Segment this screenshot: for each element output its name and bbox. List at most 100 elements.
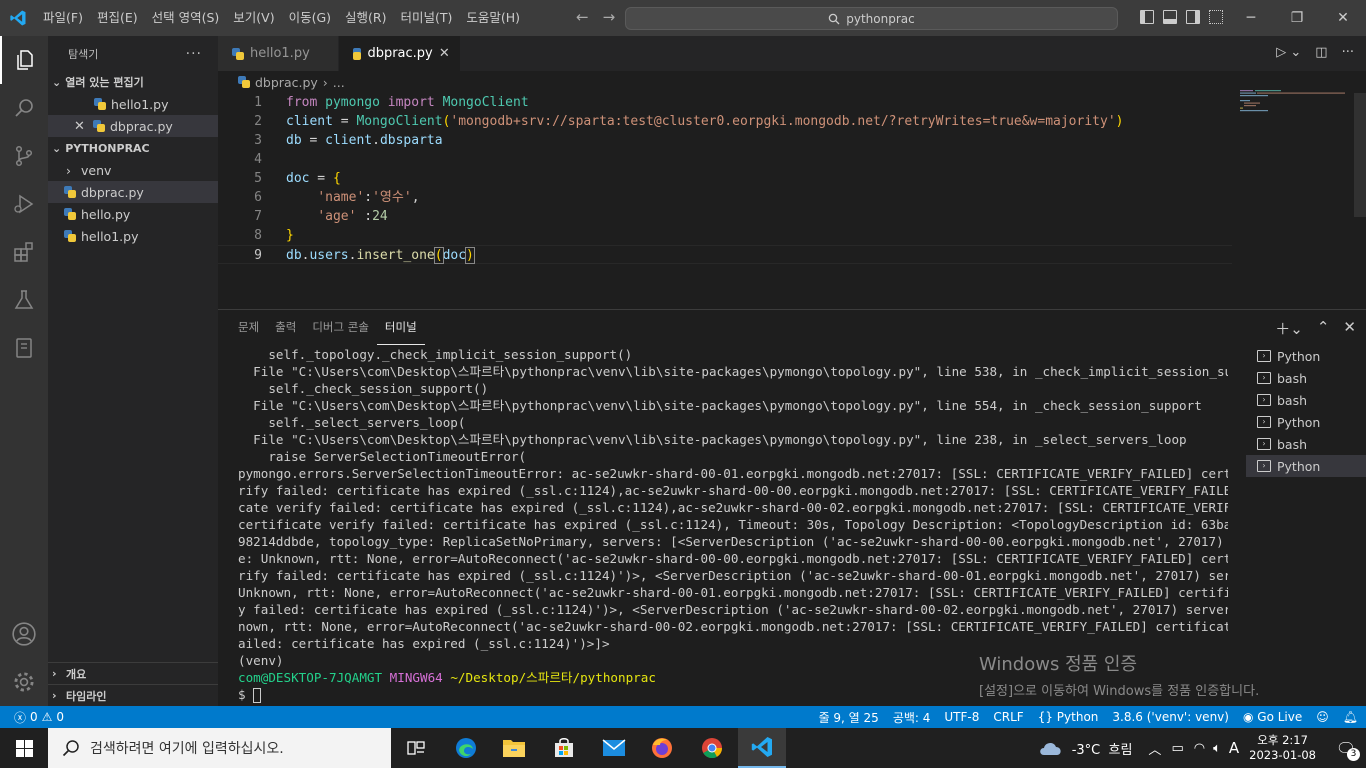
firefox-icon[interactable] bbox=[638, 728, 686, 768]
terminal-item-python[interactable]: › Python bbox=[1246, 411, 1366, 433]
chrome-icon[interactable] bbox=[688, 728, 736, 768]
tree-item-hello[interactable]: hello.py bbox=[48, 203, 218, 225]
battery-icon[interactable]: ▭ bbox=[1171, 741, 1183, 756]
minimap[interactable] bbox=[1232, 71, 1354, 309]
tree-item-venv[interactable]: › venv bbox=[48, 159, 218, 181]
restore-icon[interactable]: ❐ bbox=[1274, 0, 1320, 36]
close-tab-icon[interactable]: ✕ bbox=[439, 46, 450, 61]
more-actions-icon[interactable]: ··· bbox=[1342, 45, 1354, 60]
volume-icon[interactable]: 🔈︎ bbox=[1213, 741, 1221, 756]
clock-date: 2023-01-08 bbox=[1249, 748, 1316, 762]
source-control-icon[interactable] bbox=[0, 132, 48, 180]
tree-item-dbprac[interactable]: dbprac.py bbox=[48, 181, 218, 203]
accounts-icon[interactable] bbox=[0, 610, 48, 658]
menu-selection[interactable]: 선택 영역(S) bbox=[145, 0, 227, 36]
open-editor-item-dbprac[interactable]: ✕ dbprac.py bbox=[48, 115, 218, 137]
menu-run[interactable]: 실행(R) bbox=[338, 0, 393, 36]
back-arrow-icon[interactable]: ← bbox=[576, 8, 589, 26]
tab-output[interactable]: 출력 bbox=[267, 310, 304, 345]
more-actions-icon[interactable]: ··· bbox=[186, 46, 202, 62]
new-terminal-icon[interactable]: ＋⌄ bbox=[1275, 318, 1303, 339]
line-ending[interactable]: CRLF bbox=[993, 710, 1023, 724]
tab-terminal[interactable]: 터미널 bbox=[376, 310, 425, 345]
menu-file[interactable]: 파일(F) bbox=[36, 0, 90, 36]
go-live-button[interactable]: ◉ Go Live bbox=[1243, 710, 1302, 724]
bell-icon[interactable]: 🔔︎ bbox=[1343, 710, 1358, 724]
terminal-name: Python bbox=[1277, 348, 1321, 364]
file-explorer-icon[interactable] bbox=[490, 728, 538, 768]
menu-view[interactable]: 보기(V) bbox=[226, 0, 281, 36]
menu-help[interactable]: 도움말(H) bbox=[459, 0, 527, 36]
editor-scrollbar[interactable] bbox=[1354, 93, 1366, 217]
weather-text[interactable]: -3°C 흐림 bbox=[1072, 739, 1133, 758]
vscode-logo-icon bbox=[0, 0, 36, 36]
terminal-item-python-active[interactable]: › Python bbox=[1246, 455, 1366, 477]
terminal-item-bash[interactable]: › bash bbox=[1246, 389, 1366, 411]
outline-header[interactable]: › 개요 bbox=[48, 662, 218, 684]
breadcrumb-symbol[interactable]: ... bbox=[333, 75, 345, 90]
testing-flask-icon[interactable] bbox=[0, 276, 48, 324]
mail-icon[interactable] bbox=[590, 728, 638, 768]
open-editors-header[interactable]: ⌄ 열려 있는 편집기 bbox=[48, 71, 218, 93]
menu-edit[interactable]: 편집(E) bbox=[90, 0, 145, 36]
notification-center[interactable]: 🗨︎ 3 bbox=[1326, 728, 1366, 768]
braces-icon: {} bbox=[1037, 710, 1053, 724]
tab-debug-console[interactable]: 디버그 콘솔 bbox=[304, 310, 377, 345]
run-python-icon[interactable]: ▷ ⌄ bbox=[1276, 45, 1301, 60]
split-editor-icon[interactable]: ◫ bbox=[1315, 45, 1327, 60]
customize-layout-icon[interactable] bbox=[1209, 10, 1223, 24]
toggle-panel-icon[interactable] bbox=[1163, 10, 1177, 24]
task-view-icon[interactable] bbox=[392, 728, 440, 768]
manage-gear-icon[interactable] bbox=[0, 658, 48, 706]
forward-arrow-icon[interactable]: → bbox=[603, 8, 616, 26]
tab-dbprac[interactable]: dbprac.py ✕ bbox=[339, 36, 461, 71]
terminal-item-bash[interactable]: › bash bbox=[1246, 367, 1366, 389]
tab-label: hello1.py bbox=[250, 46, 310, 61]
menu-terminal[interactable]: 터미널(T) bbox=[394, 0, 460, 36]
encoding[interactable]: UTF-8 bbox=[944, 710, 979, 724]
toggle-sidebar-icon[interactable] bbox=[1140, 10, 1154, 24]
chevron-up-icon[interactable]: ︿ bbox=[1148, 739, 1161, 758]
command-center[interactable]: pythonprac bbox=[625, 7, 1118, 30]
maximize-panel-icon[interactable]: ⌃ bbox=[1317, 318, 1330, 339]
toggle-secondary-sidebar-icon[interactable] bbox=[1186, 10, 1200, 24]
timeline-header[interactable]: › 타임라인 bbox=[48, 684, 218, 706]
close-window-icon[interactable]: ✕ bbox=[1320, 0, 1366, 36]
project-header[interactable]: ⌄ PYTHONPRAC bbox=[48, 137, 218, 159]
close-panel-icon[interactable]: ✕ bbox=[1343, 318, 1356, 339]
minimize-icon[interactable]: ─ bbox=[1228, 0, 1274, 36]
extensions-icon[interactable] bbox=[0, 228, 48, 276]
taskbar-search-box[interactable]: 검색하려면 여기에 입력하십시오. bbox=[48, 728, 391, 768]
terminal-item-bash[interactable]: › bash bbox=[1246, 433, 1366, 455]
terminal-item-python[interactable]: › Python bbox=[1246, 345, 1366, 367]
search-icon[interactable] bbox=[0, 84, 48, 132]
close-icon[interactable]: ✕ bbox=[74, 119, 88, 134]
edge-icon[interactable] bbox=[442, 728, 490, 768]
language-mode[interactable]: {} Python bbox=[1038, 710, 1099, 724]
terminal-icon: › bbox=[1257, 350, 1271, 362]
ime-indicator[interactable]: A bbox=[1229, 739, 1239, 757]
remote-explorer-icon[interactable] bbox=[0, 324, 48, 372]
chevron-right-icon: › bbox=[322, 74, 328, 90]
tree-item-hello1[interactable]: hello1.py bbox=[48, 225, 218, 247]
vscode-taskbar-icon[interactable] bbox=[738, 728, 786, 768]
menu-go[interactable]: 이동(G) bbox=[282, 0, 338, 36]
clock[interactable]: 오후 2:17 2023-01-08 bbox=[1249, 733, 1316, 763]
explorer-icon[interactable] bbox=[0, 36, 48, 84]
run-debug-icon[interactable] bbox=[0, 180, 48, 228]
code-line: 5 doc = { bbox=[254, 171, 341, 186]
cursor-position[interactable]: 줄 9, 열 25 bbox=[819, 709, 879, 726]
python-interpreter[interactable]: 3.8.6 ('venv': venv) bbox=[1112, 710, 1229, 724]
feedback-icon[interactable]: ☺ bbox=[1316, 710, 1329, 724]
open-editor-item-hello1[interactable]: hello1.py bbox=[48, 93, 218, 115]
tab-problems[interactable]: 문제 bbox=[230, 310, 267, 345]
terminal-line: self._topology._check_implicit_session_s… bbox=[238, 347, 633, 362]
wifi-icon[interactable]: ◠ bbox=[1194, 741, 1205, 756]
code-editor[interactable]: 1 from pymongo import MongoClient 2 client… bbox=[218, 93, 1232, 309]
microsoft-store-icon[interactable] bbox=[540, 728, 588, 768]
start-button[interactable] bbox=[0, 728, 48, 768]
indentation[interactable]: 공백: 4 bbox=[893, 709, 931, 726]
tab-hello1[interactable]: hello1.py bbox=[218, 36, 339, 71]
breadcrumb-file[interactable]: dbprac.py bbox=[255, 75, 318, 90]
problems-status[interactable]: ⓧ 0 ⚠ 0 bbox=[0, 709, 64, 726]
